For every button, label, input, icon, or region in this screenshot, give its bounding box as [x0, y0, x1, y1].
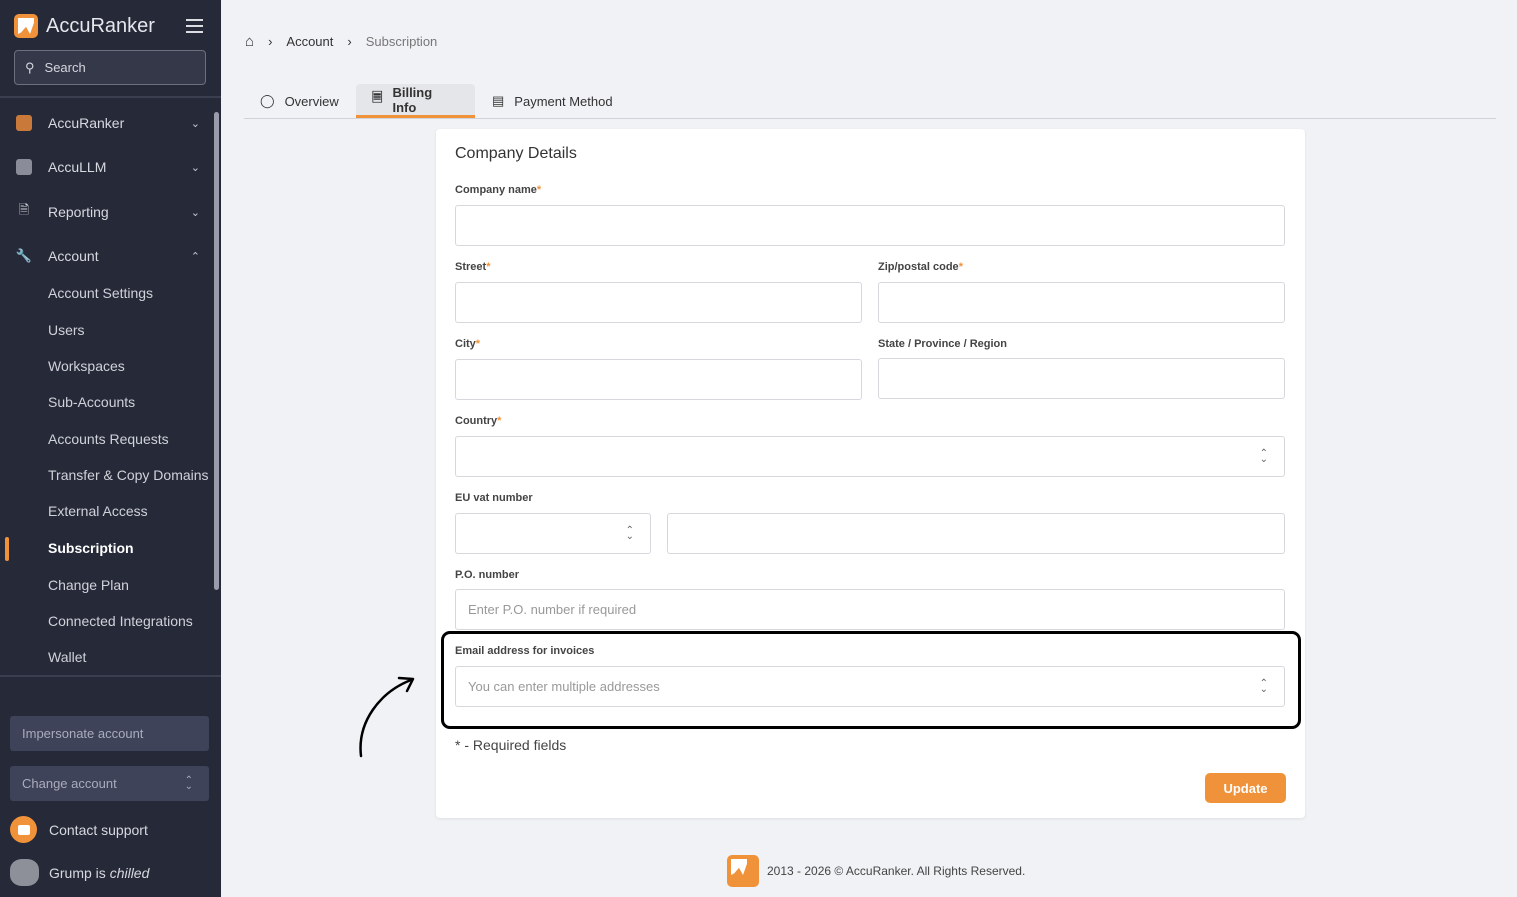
street-input[interactable] — [455, 282, 862, 323]
sidebar-item-subscription[interactable]: Subscription — [48, 537, 134, 559]
eu-vat-country-select[interactable]: ⌃⌄ — [455, 513, 651, 554]
divider — [0, 96, 221, 98]
chevron-down-icon: ⌄ — [191, 206, 200, 219]
sidebar-item-wallet[interactable]: Wallet — [48, 646, 86, 668]
country-label: Country* — [455, 415, 501, 427]
footer-text: 2013 - 2026 © AccuRanker. All Rights Res… — [767, 864, 1025, 878]
grump-avatar-icon — [10, 859, 39, 886]
state-input[interactable] — [878, 358, 1285, 399]
tab-label: Payment Method — [514, 94, 612, 109]
divider — [0, 675, 221, 677]
search-label: Search — [45, 60, 86, 75]
contact-support-label: Contact support — [49, 822, 148, 838]
city-label: City* — [455, 338, 480, 350]
sidebar-item-account-settings[interactable]: Account Settings — [48, 282, 153, 304]
company-name-label: Company name* — [455, 184, 541, 196]
breadcrumb: ⌂ › Account › Subscription — [245, 33, 437, 50]
sidebar-item-connected-integrations[interactable]: Connected Integrations — [48, 610, 193, 632]
tab-label: Overview — [285, 94, 339, 109]
chevron-right-icon: › — [268, 34, 272, 49]
impersonate-account-input[interactable]: Impersonate account — [10, 716, 209, 751]
city-input[interactable] — [455, 359, 862, 400]
sidebar-item-accounts-requests[interactable]: Accounts Requests — [48, 428, 169, 450]
tab-billing-info[interactable]: 🗏 Billing Info — [356, 84, 475, 118]
grump-prefix: Grump is — [49, 865, 106, 881]
updown-icon: ⌃⌄ — [1260, 681, 1268, 693]
required-fields-note: * - Required fields — [455, 737, 566, 753]
nav-accuranker[interactable]: AccuRanker ⌄ — [0, 105, 212, 141]
po-number-label: P.O. number — [455, 569, 519, 581]
zip-input[interactable] — [878, 282, 1285, 323]
contact-support-button[interactable]: Contact support — [10, 816, 148, 843]
zip-label: Zip/postal code* — [878, 261, 963, 273]
nav-label: Reporting — [48, 204, 109, 220]
card-title: Company Details — [455, 145, 577, 163]
report-icon: 🗎 — [15, 203, 33, 221]
active-indicator — [5, 537, 9, 561]
grump-status[interactable]: Grump is chilled — [10, 859, 149, 886]
country-select[interactable]: ⌃⌄ — [455, 436, 1285, 477]
accuranker-logo-icon — [727, 855, 759, 887]
updown-icon: ⌃⌄ — [626, 528, 634, 540]
email-invoices-label: Email address for invoices — [455, 645, 594, 657]
eu-vat-number-input[interactable] — [667, 513, 1285, 554]
nav-label: Account — [48, 248, 99, 264]
state-label: State / Province / Region — [878, 338, 1007, 350]
street-label: Street* — [455, 261, 490, 273]
card-icon: ▤ — [492, 93, 504, 109]
brand[interactable]: AccuRanker — [14, 14, 155, 38]
chevron-down-icon: ⌄ — [191, 117, 200, 130]
nav-reporting[interactable]: 🗎 Reporting ⌄ — [0, 194, 212, 230]
tab-bar: ◯ Overview 🗏 Billing Info ▤ Payment Method — [244, 84, 1496, 119]
sidebar-item-sub-accounts[interactable]: Sub-Accounts — [48, 391, 135, 413]
change-account-select[interactable]: Change account ⌃⌄ — [10, 766, 209, 801]
accuranker-logo-icon — [14, 14, 38, 38]
email-placeholder: You can enter multiple addresses — [468, 679, 660, 694]
sidebar-item-transfer-copy-domains[interactable]: Transfer & Copy Domains — [48, 464, 209, 486]
overview-icon: ◯ — [260, 93, 275, 109]
home-icon[interactable]: ⌂ — [245, 33, 254, 50]
sidebar-scrollbar[interactable] — [214, 112, 219, 590]
accullm-icon — [15, 158, 33, 176]
arrow-annotation-icon — [355, 672, 420, 762]
update-button[interactable]: Update — [1205, 773, 1286, 803]
company-name-input[interactable] — [455, 205, 1285, 246]
change-account-label: Change account — [22, 776, 117, 791]
nav-account[interactable]: 🔧 Account ⌃ — [0, 238, 212, 274]
accuranker-icon — [15, 114, 33, 132]
search-icon: ⚲ — [25, 60, 35, 76]
chevron-up-icon: ⌃ — [191, 250, 200, 263]
sidebar-item-users[interactable]: Users — [48, 319, 85, 341]
tab-payment-method[interactable]: ▤ Payment Method — [476, 84, 629, 118]
chevron-right-icon: › — [347, 34, 351, 49]
po-number-input[interactable]: Enter P.O. number if required — [455, 589, 1285, 630]
nav-label: AccuLLM — [48, 159, 106, 175]
grump-mood: chilled — [110, 865, 150, 881]
menu-icon[interactable] — [186, 19, 203, 33]
sidebar-item-workspaces[interactable]: Workspaces — [48, 355, 125, 377]
tab-label: Billing Info — [392, 85, 459, 115]
nav-accullm[interactable]: AccuLLM ⌄ — [0, 149, 212, 185]
breadcrumb-subscription: Subscription — [366, 34, 438, 49]
tab-overview[interactable]: ◯ Overview — [244, 84, 355, 118]
updown-icon: ⌃⌄ — [185, 778, 193, 790]
footer: 2013 - 2026 © AccuRanker. All Rights Res… — [727, 855, 1025, 887]
eu-vat-label: EU vat number — [455, 492, 533, 504]
document-icon: 🗏 — [372, 89, 382, 111]
brand-name: AccuRanker — [46, 15, 155, 38]
sidebar: AccuRanker ⚲Search AccuRanker⌄ AccuLLM⌄ … — [0, 0, 221, 897]
breadcrumb-account[interactable]: Account — [286, 34, 333, 49]
chat-icon — [10, 816, 37, 843]
sidebar-item-external-access[interactable]: External Access — [48, 500, 148, 522]
sidebar-item-change-plan[interactable]: Change Plan — [48, 574, 129, 596]
search-button[interactable]: ⚲ Search — [14, 50, 206, 85]
updown-icon: ⌃⌄ — [1260, 451, 1268, 463]
wrench-icon: 🔧 — [15, 247, 33, 265]
chevron-down-icon: ⌄ — [191, 161, 200, 174]
nav-label: AccuRanker — [48, 115, 124, 131]
email-invoices-input[interactable]: You can enter multiple addresses ⌃⌄ — [455, 666, 1285, 707]
